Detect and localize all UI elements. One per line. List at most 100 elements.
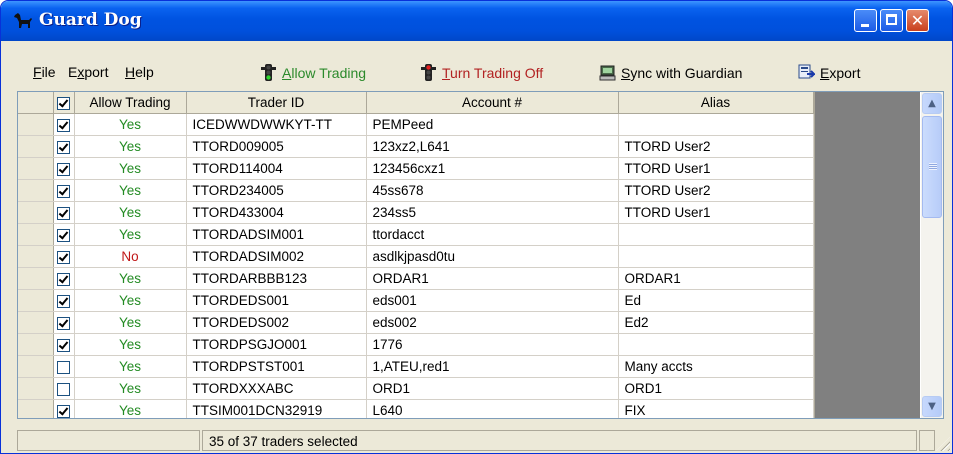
row-header[interactable]: [18, 245, 54, 268]
title-bar[interactable]: Guard Dog ✕: [1, 1, 952, 41]
row-checkbox[interactable]: [57, 360, 70, 374]
row-header[interactable]: [18, 267, 54, 290]
account-cell[interactable]: asdlkjpasd0tu: [366, 245, 619, 268]
alias-cell[interactable]: ORDAR1: [618, 267, 814, 290]
row-checkbox[interactable]: [57, 162, 70, 176]
allow-trading-cell[interactable]: Yes: [74, 311, 187, 334]
alias-cell[interactable]: [618, 223, 814, 246]
row-checkbox[interactable]: [57, 228, 70, 242]
account-cell[interactable]: eds001: [366, 289, 619, 312]
allow-trading-cell[interactable]: Yes: [74, 201, 187, 224]
row-checkbox[interactable]: [57, 382, 70, 396]
row-select-cell[interactable]: [53, 113, 75, 136]
trader-id-cell[interactable]: TTORDPSGJO001: [186, 333, 367, 356]
trader-id-cell[interactable]: TTORD234005: [186, 179, 367, 202]
allow-trading-cell[interactable]: Yes: [74, 267, 187, 290]
menu-help[interactable]: Help: [125, 64, 154, 80]
table-row[interactable]: Yes TTORDPSGJO001 1776: [18, 333, 814, 356]
trader-id-cell[interactable]: ICEDWWDWWKYT-TT: [186, 113, 367, 136]
trader-id-cell[interactable]: TTORDADSIM001: [186, 223, 367, 246]
sync-with-guardian-button[interactable]: Sync with Guardian: [599, 64, 742, 81]
table-row[interactable]: Yes TTORD234005 45ss678 TTORD User2: [18, 179, 814, 202]
row-checkbox[interactable]: [57, 250, 70, 264]
alias-cell[interactable]: FIX: [618, 399, 814, 418]
column-header-trader-id[interactable]: Trader ID: [186, 92, 367, 114]
table-row[interactable]: Yes TTORDEDS002 eds002 Ed2: [18, 311, 814, 334]
row-checkbox[interactable]: [57, 118, 70, 132]
row-header[interactable]: [18, 157, 54, 180]
alias-cell[interactable]: TTORD User1: [618, 157, 814, 180]
row-select-cell[interactable]: [53, 289, 75, 312]
row-header[interactable]: [18, 399, 54, 418]
turn-trading-off-button[interactable]: Turn Trading Off: [420, 64, 543, 81]
allow-trading-cell[interactable]: No: [74, 245, 187, 268]
allow-trading-cell[interactable]: Yes: [74, 333, 187, 356]
row-header[interactable]: [18, 201, 54, 224]
table-row[interactable]: Yes TTORDXXXABC ORD1 ORD1: [18, 377, 814, 400]
table-row[interactable]: Yes TTORD009005 123xz2,L641 TTORD User2: [18, 135, 814, 158]
alias-cell[interactable]: ORD1: [618, 377, 814, 400]
maximize-button[interactable]: [880, 9, 903, 32]
scroll-thumb[interactable]: [922, 116, 942, 218]
trader-id-cell[interactable]: TTSIM001DCN32919: [186, 399, 367, 418]
table-row[interactable]: Yes TTORDARBBB123 ORDAR1 ORDAR1: [18, 267, 814, 290]
table-row[interactable]: Yes TTORDEDS001 eds001 Ed: [18, 289, 814, 312]
allow-trading-cell[interactable]: Yes: [74, 179, 187, 202]
row-header[interactable]: [18, 289, 54, 312]
table-row[interactable]: Yes TTORD433004 234ss5 TTORD User1: [18, 201, 814, 224]
table-row[interactable]: No TTORDADSIM002 asdlkjpasd0tu: [18, 245, 814, 268]
row-checkbox[interactable]: [57, 184, 70, 198]
row-select-cell[interactable]: [53, 399, 75, 418]
trader-id-cell[interactable]: TTORDADSIM002: [186, 245, 367, 268]
row-select-cell[interactable]: [53, 333, 75, 356]
account-cell[interactable]: 234ss5: [366, 201, 619, 224]
row-select-cell[interactable]: [53, 157, 75, 180]
row-select-cell[interactable]: [53, 267, 75, 290]
alias-cell[interactable]: TTORD User2: [618, 135, 814, 158]
account-cell[interactable]: L640: [366, 399, 619, 418]
account-cell[interactable]: 1776: [366, 333, 619, 356]
row-select-cell[interactable]: [53, 245, 75, 268]
alias-cell[interactable]: TTORD User2: [618, 179, 814, 202]
trader-id-cell[interactable]: TTORDPSTST001: [186, 355, 367, 378]
alias-cell[interactable]: Ed: [618, 289, 814, 312]
trader-id-cell[interactable]: TTORDARBBB123: [186, 267, 367, 290]
allow-trading-cell[interactable]: Yes: [74, 355, 187, 378]
row-checkbox[interactable]: [57, 338, 70, 352]
account-cell[interactable]: PEMPeed: [366, 113, 619, 136]
account-cell[interactable]: ORDAR1: [366, 267, 619, 290]
allow-trading-cell[interactable]: Yes: [74, 289, 187, 312]
allow-trading-cell[interactable]: Yes: [74, 223, 187, 246]
scroll-up-button[interactable]: ▲: [922, 93, 942, 114]
row-header[interactable]: [18, 333, 54, 356]
row-header[interactable]: [18, 179, 54, 202]
alias-cell[interactable]: [618, 245, 814, 268]
row-checkbox[interactable]: [57, 140, 70, 154]
row-header[interactable]: [18, 223, 54, 246]
trader-id-cell[interactable]: TTORDEDS001: [186, 289, 367, 312]
allow-trading-cell[interactable]: Yes: [74, 135, 187, 158]
column-header-allow-trading[interactable]: Allow Trading: [74, 92, 187, 114]
vertical-scrollbar[interactable]: ▲ ▼: [921, 92, 943, 418]
account-cell[interactable]: 123456cxz1: [366, 157, 619, 180]
row-checkbox[interactable]: [57, 404, 70, 418]
account-cell[interactable]: ORD1: [366, 377, 619, 400]
menu-export[interactable]: Export: [68, 64, 108, 80]
row-header[interactable]: [18, 135, 54, 158]
table-row[interactable]: Yes ICEDWWDWWKYT-TT PEMPeed: [18, 113, 814, 136]
minimize-button[interactable]: [854, 9, 877, 32]
row-header[interactable]: [18, 113, 54, 136]
close-button[interactable]: ✕: [906, 9, 929, 32]
table-row[interactable]: Yes TTORDPSTST001 1,ATEU,red1 Many accts: [18, 355, 814, 378]
trader-id-cell[interactable]: TTORD009005: [186, 135, 367, 158]
row-select-cell[interactable]: [53, 179, 75, 202]
export-button[interactable]: Export: [798, 64, 860, 81]
select-all-checkbox[interactable]: [57, 96, 70, 110]
row-header[interactable]: [18, 311, 54, 334]
alias-cell[interactable]: TTORD User1: [618, 201, 814, 224]
scroll-down-button[interactable]: ▼: [922, 396, 942, 417]
account-cell[interactable]: eds002: [366, 311, 619, 334]
row-checkbox[interactable]: [57, 272, 70, 286]
alias-cell[interactable]: [618, 113, 814, 136]
allow-trading-cell[interactable]: Yes: [74, 399, 187, 418]
